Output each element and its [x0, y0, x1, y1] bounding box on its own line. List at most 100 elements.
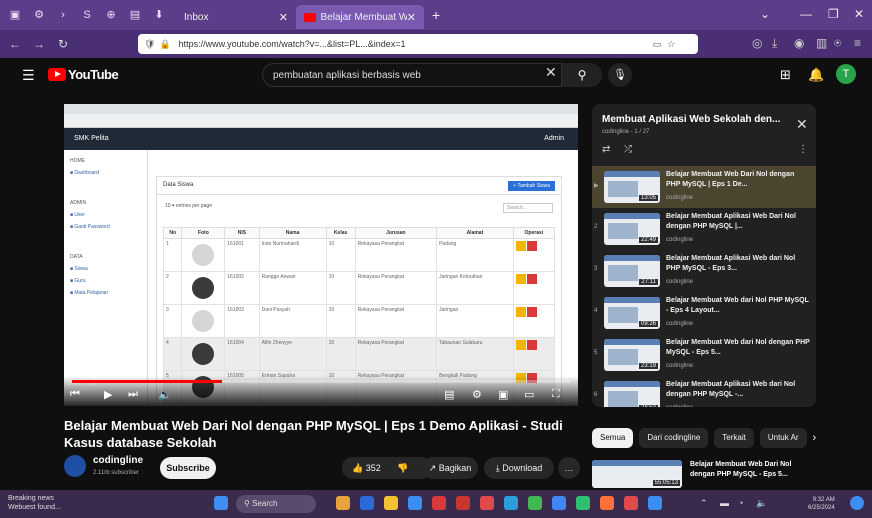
channel-name[interactable]: codingline	[93, 455, 143, 466]
channel-avatar[interactable]	[64, 455, 86, 477]
video-player[interactable]: SMK Pelita Admin HOME Dashboard ADMIN Us…	[64, 104, 578, 406]
reload-icon[interactable]: ↻	[54, 37, 72, 51]
downloads-icon[interactable]: ⤓	[772, 36, 777, 51]
chrome-icon[interactable]	[552, 496, 566, 510]
start-icon[interactable]	[214, 496, 228, 510]
like-dislike-button[interactable]: 👍 352 👎	[342, 457, 432, 479]
close-window-icon[interactable]: ✕	[854, 7, 864, 21]
app-icon[interactable]	[456, 496, 470, 510]
app-icon[interactable]	[624, 496, 638, 510]
chip-all[interactable]: Semua	[592, 428, 634, 448]
playlist-item[interactable]: 3 27:11 Belajar Membuat Aplikasi Web dari …	[592, 250, 816, 292]
fullscreen-icon[interactable]: ⛶	[552, 388, 560, 401]
taskbar-search[interactable]: ⚲ Search	[236, 495, 316, 513]
volume-icon[interactable]: 🔈	[158, 388, 172, 401]
back-icon[interactable]: ←	[6, 37, 24, 51]
firefox-icon[interactable]	[600, 496, 614, 510]
miniplayer-icon[interactable]: ▣	[498, 388, 508, 401]
menu-icon[interactable]: ≡	[854, 36, 861, 50]
account-icon[interactable]: ◉	[794, 36, 804, 50]
address-bar[interactable]: 🛡 🔒 https://www.youtube.com/watch?v=...&…	[138, 34, 698, 54]
app-icon[interactable]	[336, 496, 350, 510]
speaker-icon[interactable]: 🔈	[756, 498, 767, 509]
next-icon[interactable]: ⏭	[128, 388, 138, 401]
app-icon[interactable]	[432, 496, 446, 510]
new-tab-icon[interactable]: +	[432, 7, 440, 23]
extensions-icon[interactable]: ⍟	[834, 36, 841, 51]
chip-from-channel[interactable]: Dari codingline	[639, 428, 709, 448]
playlist-index: 5	[594, 350, 598, 356]
playlist-item[interactable]: ▶ 13:05 Belajar Membuat Web Dari Nol denga…	[592, 166, 816, 208]
forward-icon[interactable]: →	[30, 37, 48, 51]
dislike-icon[interactable]: 👎	[397, 463, 408, 473]
chip-for-you[interactable]: Untuk Ar	[759, 428, 807, 448]
app-icon[interactable]	[504, 496, 518, 510]
arrow-icon[interactable]: ›	[54, 7, 72, 23]
playlist-item[interactable]: 6 28:53 Belajar Membuat Aplikasi Web dari …	[592, 376, 816, 407]
bookmark-icon[interactable]: ☆	[667, 39, 675, 50]
avatar[interactable]: T	[836, 64, 856, 84]
inner-address-bar	[64, 114, 578, 128]
tray-chevron-icon[interactable]: ⌃	[700, 498, 708, 509]
library-icon[interactable]: ▥	[816, 36, 827, 50]
playlist-item[interactable]: 5 23:19 Belajar Membuat Web dari Nol denga…	[592, 334, 816, 376]
tab-youtube[interactable]: Belajar Membuat Web Dari N... ✕	[296, 5, 424, 29]
chevron-right-icon[interactable]: ›	[813, 428, 817, 450]
wifi-icon[interactable]: ◔	[738, 498, 743, 508]
tab-actions-icon[interactable]: ▣	[6, 7, 24, 23]
subtitles-icon[interactable]: ▤	[444, 388, 454, 401]
recommended-video[interactable]: 55:05:13 Belajar Membuat Web Dari Nol de…	[592, 458, 816, 490]
chip-related[interactable]: Terkait	[714, 428, 754, 448]
previous-icon[interactable]: ⏮	[70, 388, 80, 401]
create-icon[interactable]: ⊞	[780, 67, 791, 83]
close-tab-icon[interactable]: ✕	[279, 11, 288, 24]
battery-icon[interactable]: ▬	[720, 498, 729, 508]
chevron-down-icon[interactable]: ⌄	[760, 7, 770, 21]
youtube-logo[interactable]: YouTube	[48, 67, 119, 82]
loop-icon[interactable]: ⇄	[602, 144, 610, 155]
shuffle-icon[interactable]: ⤮	[624, 144, 632, 155]
share-button[interactable]: ↗ Bagikan	[422, 457, 478, 479]
playlist-item[interactable]: 4 09:26 Belajar Membuat Web dari Nol PHP M…	[592, 292, 816, 334]
voice-search-button[interactable]: 🎙	[608, 63, 632, 87]
copilot-icon[interactable]: ⊕	[102, 7, 120, 23]
search-input[interactable]: pembuatan aplikasi berbasis web	[262, 63, 562, 87]
app-icon[interactable]	[576, 496, 590, 510]
app-icon[interactable]	[360, 496, 374, 510]
notifications-icon[interactable]	[850, 496, 864, 510]
extension-icon[interactable]: ◎	[752, 36, 762, 50]
subscribe-button[interactable]: Subscribe	[160, 457, 216, 479]
clock[interactable]: 9:32 AM 6/25/2024	[808, 496, 835, 512]
app-icon[interactable]	[528, 496, 542, 510]
progress-bar[interactable]	[72, 380, 570, 383]
tab-icon[interactable]: ▤	[126, 7, 144, 23]
download-button[interactable]: ⤓ Download	[484, 457, 554, 479]
news-widget[interactable]: Breaking news Webuest found...	[8, 494, 98, 512]
close-icon[interactable]: ✕	[796, 116, 808, 133]
table-header-cell: Alamat	[436, 227, 514, 239]
play-icon[interactable]: ▶	[104, 388, 112, 401]
app-icon[interactable]	[648, 496, 662, 510]
playlist-title[interactable]: Membuat Aplikasi Web Sekolah den...	[602, 114, 792, 125]
more-actions-button[interactable]: …	[558, 457, 580, 479]
folder-icon[interactable]	[384, 496, 398, 510]
search-button[interactable]: ⚲	[562, 63, 602, 87]
notifications-icon[interactable]: 🔔	[808, 67, 824, 83]
theater-icon[interactable]: ▭	[524, 388, 534, 401]
reader-icon[interactable]: ▭	[653, 39, 662, 50]
settings-icon[interactable]: ⚙	[30, 7, 48, 23]
clear-search-icon[interactable]: ✕	[545, 64, 557, 81]
edge-icon[interactable]	[408, 496, 422, 510]
close-tab-icon[interactable]: ✕	[407, 11, 416, 24]
playlist-item[interactable]: 2 22:49 Belajar Membuat Aplikasi Web Dari …	[592, 208, 816, 250]
tab-inbox[interactable]: Inbox ✕	[176, 5, 296, 29]
app-icon[interactable]	[480, 496, 494, 510]
like-icon[interactable]: 👍	[352, 463, 363, 473]
more-options-icon[interactable]: ⋮	[798, 144, 808, 155]
restore-icon[interactable]: ❐	[828, 7, 839, 21]
hamburger-menu-icon[interactable]: ☰	[22, 67, 35, 84]
settings-icon[interactable]: ⚙	[472, 388, 482, 401]
download-icon[interactable]: ⬇	[150, 7, 168, 23]
s-icon[interactable]: S	[78, 7, 96, 23]
minimize-icon[interactable]: —	[800, 7, 812, 21]
